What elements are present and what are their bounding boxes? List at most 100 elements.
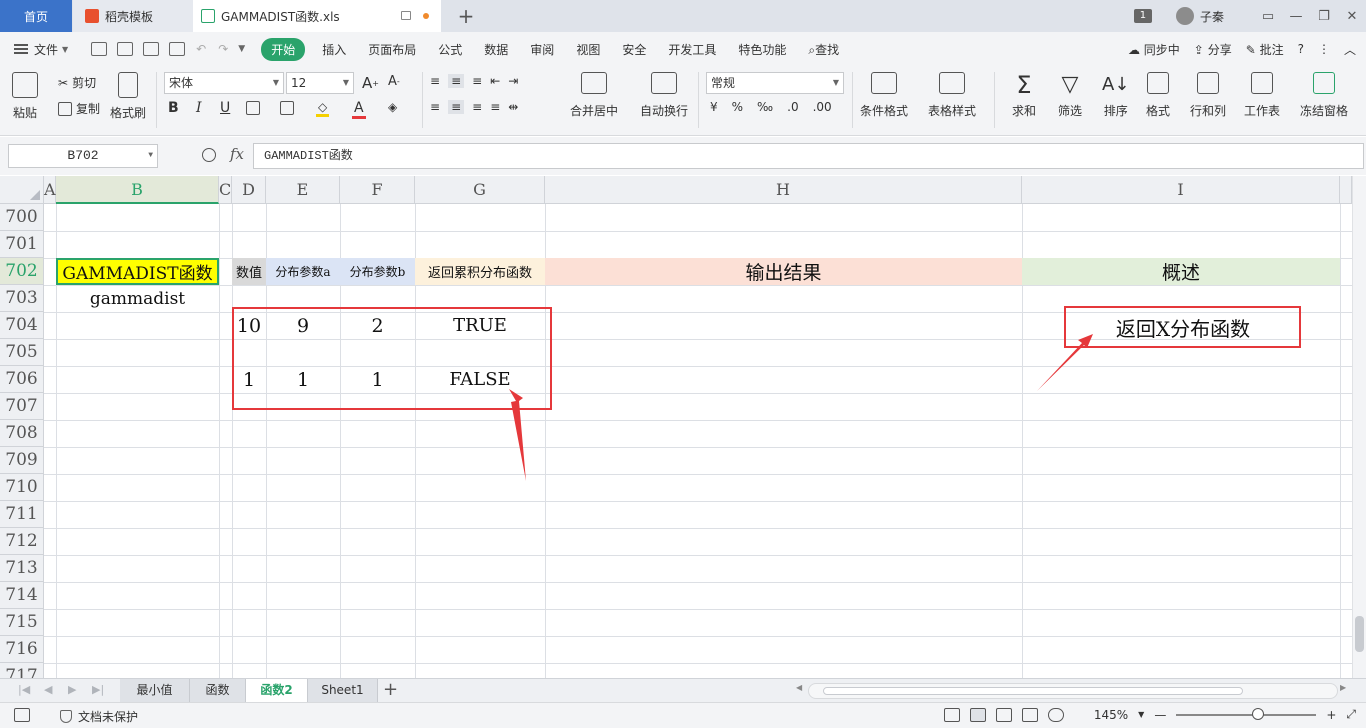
- menu-page-layout[interactable]: 页面布局: [357, 41, 427, 58]
- fill-color-button[interactable]: ◇: [316, 100, 330, 117]
- cut-button[interactable]: ✂ 剪切: [58, 74, 96, 91]
- tab-templates[interactable]: 稻壳模板: [73, 0, 193, 32]
- zoom-level[interactable]: 145%: [1094, 708, 1128, 722]
- zoom-slider[interactable]: [1176, 707, 1317, 720]
- freeze-button[interactable]: 冻结窗格: [1300, 72, 1348, 119]
- align-bottom-icon[interactable]: ≡: [472, 74, 482, 88]
- zoom-slider-knob[interactable]: [1252, 707, 1265, 720]
- distribute-icon[interactable]: ⇹: [508, 100, 518, 114]
- filter-button[interactable]: ▽ 筛选: [1058, 72, 1082, 119]
- increase-decimal-icon[interactable]: .0: [787, 100, 798, 114]
- spreadsheet-grid[interactable]: A B C D E F G H I 700 701 702 703 704 70…: [0, 176, 1352, 678]
- sync-button[interactable]: ☁ 同步中: [1128, 41, 1180, 58]
- decrease-font-icon[interactable]: A-: [388, 74, 400, 89]
- table-style-button[interactable]: 表格样式: [928, 72, 976, 119]
- italic-button[interactable]: I: [196, 100, 202, 116]
- decrease-decimal-icon[interactable]: .00: [813, 100, 832, 114]
- font-size-select[interactable]: 12 ▼: [286, 72, 354, 94]
- indent-increase-icon[interactable]: ⇥: [508, 74, 518, 88]
- paste-button[interactable]: 粘贴: [12, 72, 38, 121]
- menu-insert[interactable]: 插入: [311, 41, 357, 58]
- undo-icon[interactable]: ↶: [196, 42, 206, 56]
- zoom-in-icon[interactable]: +: [1326, 708, 1336, 722]
- sheet-tab-function[interactable]: 函数: [190, 679, 246, 703]
- row-col-button[interactable]: 行和列: [1190, 72, 1226, 119]
- zoom-icon[interactable]: [202, 148, 216, 162]
- menu-security[interactable]: 安全: [611, 41, 657, 58]
- restore-icon[interactable]: ❐: [1310, 9, 1338, 24]
- indent-decrease-icon[interactable]: ⇤: [490, 74, 500, 88]
- number-format-select[interactable]: 常规 ▼: [706, 72, 844, 94]
- eye-protection-icon[interactable]: [1047, 707, 1064, 722]
- sum-button[interactable]: Σ 求和: [1012, 72, 1036, 119]
- save-icon[interactable]: [91, 42, 108, 56]
- font-name-select[interactable]: 宋体 ▼: [164, 72, 284, 94]
- clear-button[interactable]: ◈: [388, 100, 397, 114]
- print-preview-icon[interactable]: [169, 42, 186, 56]
- fx-icon[interactable]: fx: [230, 145, 244, 163]
- sheet-tab-function2[interactable]: 函数2: [246, 679, 308, 703]
- font-color-button[interactable]: A: [352, 100, 366, 119]
- scroll-right-icon[interactable]: ▶: [1340, 683, 1346, 692]
- merge-center-button[interactable]: 合并居中: [570, 72, 618, 119]
- underline-button[interactable]: U: [220, 100, 230, 116]
- menu-developer[interactable]: 开发工具: [657, 41, 727, 58]
- comment-button[interactable]: ✎ 批注: [1246, 41, 1284, 58]
- skin-icon[interactable]: ▭: [1254, 9, 1282, 24]
- redo-icon[interactable]: ↷: [218, 42, 228, 56]
- page-break-view-icon[interactable]: [995, 707, 1012, 722]
- worksheet-button[interactable]: 工作表: [1244, 72, 1280, 119]
- last-sheet-icon[interactable]: ▶|: [92, 683, 104, 696]
- scrollbar-thumb[interactable]: [823, 687, 1243, 695]
- currency-icon[interactable]: ¥: [710, 100, 718, 114]
- format-painter-button[interactable]: 格式刷: [110, 72, 146, 121]
- wrap-text-button[interactable]: 自动换行: [640, 72, 688, 119]
- horizontal-scrollbar[interactable]: [808, 683, 1338, 699]
- add-sheet-button[interactable]: +: [383, 679, 398, 700]
- percent-button[interactable]: %: [732, 100, 743, 114]
- window-count-badge[interactable]: 1: [1133, 9, 1152, 23]
- sort-button[interactable]: A↓ 排序: [1102, 72, 1129, 119]
- copy-button[interactable]: 复制: [58, 100, 100, 117]
- menu-review[interactable]: 审阅: [519, 41, 565, 58]
- print-icon[interactable]: [143, 42, 160, 56]
- scrollbar-thumb[interactable]: [1355, 616, 1364, 652]
- sheet-tab-min[interactable]: 最小值: [120, 679, 190, 703]
- prev-sheet-icon[interactable]: ◀: [44, 683, 52, 696]
- menu-features[interactable]: 特色功能: [727, 41, 797, 58]
- next-sheet-icon[interactable]: ▶: [68, 683, 76, 696]
- fill-pattern-button[interactable]: [280, 101, 294, 115]
- chevron-down-icon[interactable]: ▼: [1138, 710, 1144, 719]
- sheet-tab-sheet1[interactable]: Sheet1: [308, 679, 378, 703]
- help-icon[interactable]: ?: [1298, 42, 1304, 56]
- justify-icon[interactable]: ≡: [490, 100, 500, 114]
- normal-view-icon[interactable]: [969, 707, 986, 722]
- avatar[interactable]: [1175, 7, 1194, 25]
- align-left-icon[interactable]: ≡: [430, 100, 440, 114]
- menu-view[interactable]: 视图: [565, 41, 611, 58]
- user-name[interactable]: 子秦: [1200, 8, 1224, 25]
- align-middle-icon[interactable]: ≡: [448, 74, 465, 88]
- new-tab-button[interactable]: +: [454, 4, 478, 28]
- menu-formulas[interactable]: 公式: [427, 41, 473, 58]
- macro-record-icon[interactable]: [14, 708, 30, 722]
- align-center-icon[interactable]: ≡: [448, 100, 465, 114]
- bold-button[interactable]: B: [168, 100, 179, 116]
- format-button[interactable]: 格式: [1146, 72, 1170, 119]
- scroll-left-icon[interactable]: ◀: [796, 683, 802, 692]
- fullscreen-icon[interactable]: [943, 707, 960, 722]
- collapse-ribbon-icon[interactable]: ︿: [1344, 41, 1356, 58]
- menu-file[interactable]: 文件 ▼: [14, 41, 68, 58]
- tab-document[interactable]: GAMMADIST函数.xls: [193, 0, 441, 32]
- align-right-icon[interactable]: ≡: [472, 100, 482, 114]
- window-pin-icon[interactable]: [401, 11, 411, 20]
- formula-input[interactable]: GAMMADIST函数: [253, 143, 1364, 169]
- thousands-icon[interactable]: ‰: [757, 100, 773, 114]
- tab-home[interactable]: 首页: [0, 0, 72, 32]
- increase-font-icon[interactable]: A +: [362, 74, 379, 92]
- more-icon[interactable]: ⋮: [1318, 42, 1330, 56]
- share-button[interactable]: ⇪ 分享: [1194, 41, 1232, 58]
- conditional-format-button[interactable]: 条件格式: [860, 72, 908, 119]
- menu-search[interactable]: ⌕查找: [797, 41, 850, 58]
- document-protection[interactable]: 文档未保护: [60, 708, 138, 725]
